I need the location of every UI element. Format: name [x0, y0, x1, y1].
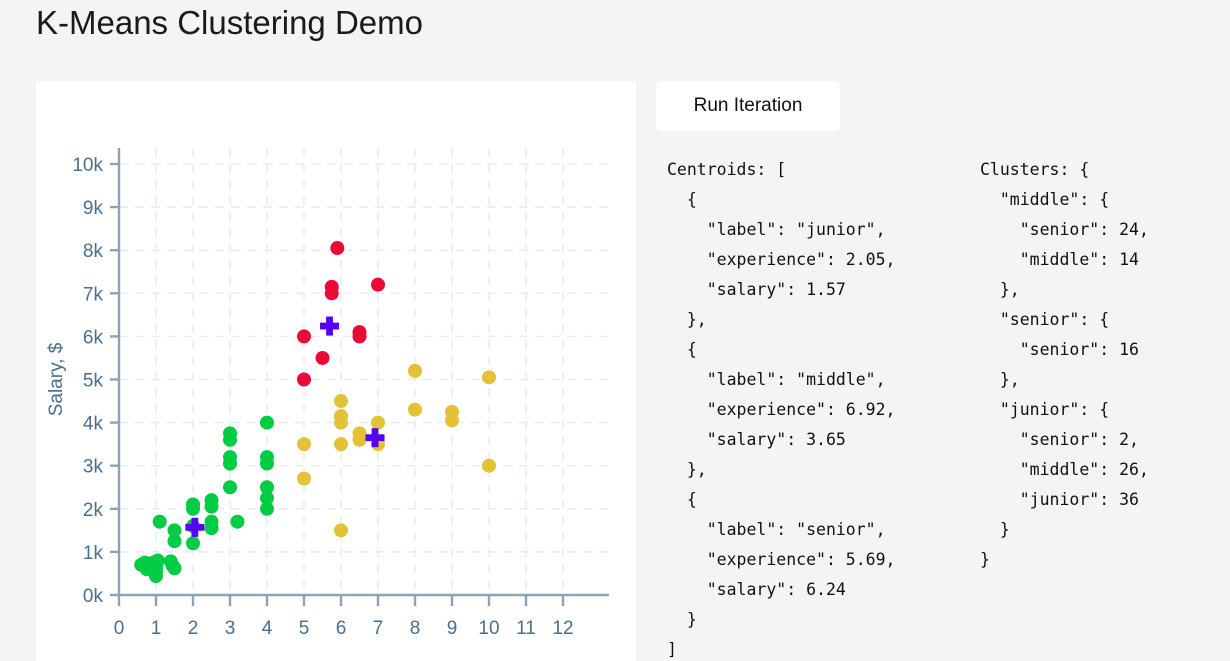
- y-axis-tick-label: 2k: [83, 500, 104, 521]
- x-axis-tick-label: 6: [336, 618, 347, 639]
- x-axis-tick-label: 8: [410, 618, 421, 639]
- data-point[interactable]: [330, 241, 345, 256]
- data-point[interactable]: [186, 501, 200, 516]
- x-axis-tick-label: 5: [299, 618, 310, 639]
- data-point[interactable]: [260, 456, 274, 471]
- data-point[interactable]: [445, 413, 459, 428]
- y-axis-tick-label: 9k: [83, 198, 104, 219]
- data-point[interactable]: [150, 553, 165, 568]
- data-point[interactable]: [334, 415, 348, 430]
- data-point[interactable]: [371, 277, 385, 292]
- centroids-output: Centroids: [ { "label": "junior", "exper…: [667, 160, 896, 659]
- data-point[interactable]: [223, 456, 237, 471]
- data-point[interactable]: [204, 521, 219, 536]
- x-axis-tick-label: 9: [447, 618, 458, 639]
- x-axis-tick-label: 2: [188, 618, 199, 639]
- data-point[interactable]: [297, 372, 311, 387]
- run-iteration-button[interactable]: Run Iteration: [656, 81, 840, 131]
- x-axis-tick-label: 1: [151, 618, 162, 639]
- data-point[interactable]: [223, 432, 237, 447]
- data-point[interactable]: [482, 370, 496, 385]
- x-axis-tick-label: 3: [225, 618, 236, 639]
- y-axis-tick-label: 3k: [83, 457, 104, 478]
- data-point[interactable]: [260, 415, 274, 430]
- results-panel: Run Iteration Centroids: [ { "label": "j…: [656, 81, 1230, 661]
- data-point[interactable]: [149, 569, 163, 584]
- x-axis-tick-label: 0: [114, 618, 125, 639]
- y-axis-tick-label: 7k: [83, 284, 104, 305]
- x-axis-tick-label: 10: [478, 618, 499, 639]
- data-point[interactable]: [260, 501, 274, 516]
- centroid-marker-junior[interactable]: [191, 517, 199, 537]
- data-point[interactable]: [297, 329, 311, 344]
- y-axis-tick-label: 4k: [83, 414, 104, 435]
- data-point[interactable]: [408, 402, 422, 417]
- y-axis-tick-label: 6k: [83, 327, 104, 348]
- data-point[interactable]: [315, 350, 330, 365]
- data-point[interactable]: [334, 437, 348, 452]
- app-root: K-Means Clustering Demo 0k 1k 2k 3k 4k 5k 6k 7k…: [0, 0, 1230, 661]
- y-axis-tick-label: 0k: [83, 586, 104, 607]
- x-axis-tick-label: 12: [552, 618, 573, 639]
- data-point[interactable]: [334, 523, 348, 538]
- scatter-chart-panel: 0k 1k 2k 3k 4k 5k 6k 7k 8k 9k 10k 0 1 2 3 4 5 6 7 8 9 10 11 12 S…: [36, 81, 636, 661]
- x-axis-tick-label: 7: [373, 618, 384, 639]
- data-point[interactable]: [186, 536, 200, 551]
- data-point[interactable]: [167, 561, 182, 576]
- y-axis-title: Salary, $: [46, 342, 67, 416]
- centroid-marker-middle[interactable]: [371, 428, 379, 448]
- data-point[interactable]: [297, 471, 311, 486]
- data-point[interactable]: [223, 480, 237, 495]
- series-middle: [297, 363, 496, 538]
- y-axis-tick-label: 8k: [83, 241, 104, 262]
- data-point[interactable]: [352, 329, 367, 344]
- data-point[interactable]: [324, 286, 339, 301]
- y-axis-tick-label: 10k: [72, 155, 103, 176]
- data-point[interactable]: [408, 363, 422, 378]
- data-point[interactable]: [230, 514, 245, 529]
- y-axis-tick-label: 1k: [83, 543, 104, 564]
- data-point[interactable]: [352, 432, 367, 447]
- x-axis: 0 1 2 3 4 5 6 7 8 9 10 11 12: [114, 595, 574, 639]
- series-junior: [134, 415, 274, 584]
- centroid-marker-senior[interactable]: [326, 316, 333, 336]
- data-point[interactable]: [371, 415, 385, 430]
- y-axis-tick-label: 5k: [83, 371, 104, 392]
- y-axis: 0k 1k 2k 3k 4k 5k 6k 7k 8k 9k 10k: [72, 155, 119, 607]
- page-title: K-Means Clustering Demo: [36, 4, 423, 41]
- x-axis-tick-label: 11: [516, 618, 536, 639]
- data-point[interactable]: [334, 394, 348, 409]
- clusters-output: Clusters: { "middle": { "senior": 24, "m…: [980, 160, 1149, 569]
- data-point[interactable]: [297, 437, 311, 452]
- scatter-plot: 0k1k2k3k4k5k6k7k8k9k10k0 1 2 3 4 5 6 7 8 9 10 11 12S…: [46, 148, 609, 639]
- data-point[interactable]: [152, 514, 167, 529]
- x-axis-tick-label: 4: [262, 618, 273, 639]
- data-point[interactable]: [204, 499, 219, 514]
- data-point[interactable]: [482, 458, 496, 473]
- data-point[interactable]: [167, 534, 182, 549]
